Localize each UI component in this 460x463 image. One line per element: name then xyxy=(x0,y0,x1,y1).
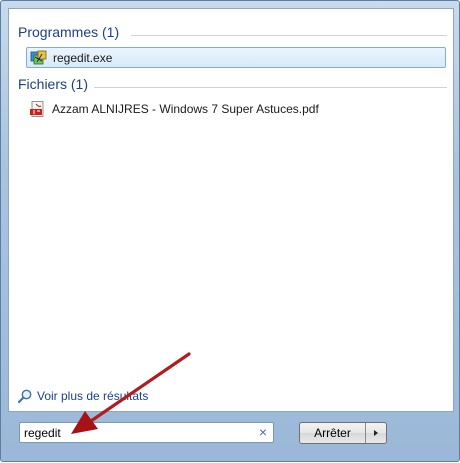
shutdown-options-button[interactable] xyxy=(366,423,386,443)
files-section-divider xyxy=(94,87,447,88)
programs-section-divider xyxy=(131,35,447,36)
shutdown-split-button: Arrêter xyxy=(299,422,387,444)
result-item-label: regedit.exe xyxy=(53,50,113,65)
clear-icon[interactable]: × xyxy=(255,424,271,440)
search-results-panel: Programmes (1) regedit.exe Fichiers (1) xyxy=(8,8,454,412)
search-icon xyxy=(17,388,33,404)
result-item-pdf[interactable]: Azzam ALNIJRES - Windows 7 Super Astuces… xyxy=(26,98,446,119)
search-input[interactable] xyxy=(19,422,274,443)
programs-section-title: Programmes (1) xyxy=(18,24,120,40)
see-more-results-label: Voir plus de résultats xyxy=(37,389,149,403)
files-section-title: Fichiers (1) xyxy=(18,76,89,92)
see-more-results-link[interactable]: Voir plus de résultats xyxy=(17,388,148,404)
regedit-icon xyxy=(30,50,48,66)
start-menu-frame: Programmes (1) regedit.exe Fichiers (1) xyxy=(0,0,460,462)
result-item-regedit[interactable]: regedit.exe xyxy=(26,47,446,68)
shutdown-button[interactable]: Arrêter xyxy=(300,423,366,443)
pdf-icon xyxy=(29,100,47,117)
result-item-label: Azzam ALNIJRES - Windows 7 Super Astuces… xyxy=(52,101,319,116)
triangle-right-icon xyxy=(372,424,380,442)
